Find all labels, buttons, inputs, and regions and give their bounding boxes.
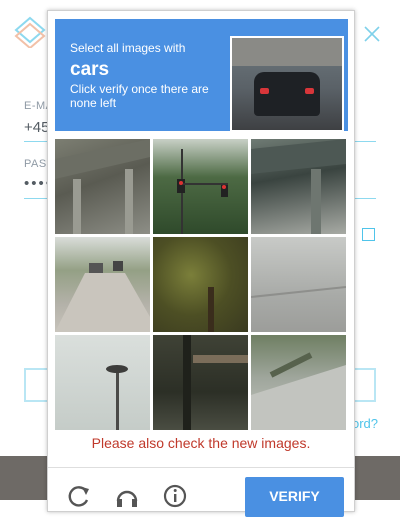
captcha-tile-2[interactable] [153, 139, 248, 234]
captcha-dialog: Select all images with cars Click verify… [47, 10, 355, 517]
verify-button[interactable]: VERIFY [245, 477, 344, 517]
logo-icon [14, 16, 46, 48]
email-field[interactable]: +45 [24, 119, 49, 136]
captcha-prompt-prefix: Select all images with [70, 41, 186, 55]
captcha-tile-1[interactable] [55, 139, 150, 234]
captcha-header: Select all images with cars Click verify… [55, 19, 348, 132]
captcha-instruction: Click verify once there are none left [70, 82, 209, 110]
captcha-footer-divider [48, 467, 354, 468]
forgot-password-link[interactable]: ord? [352, 416, 378, 431]
sample-image [230, 36, 344, 132]
captcha-notice: Please also check the new images. [91, 435, 311, 451]
captcha-tile-9[interactable] [251, 335, 346, 430]
captcha-tile-5[interactable] [153, 237, 248, 332]
info-icon[interactable] [162, 483, 188, 509]
bg-button-right-edge[interactable] [352, 368, 376, 402]
captcha-tile-8[interactable] [153, 335, 248, 430]
captcha-keyword: cars [70, 59, 110, 80]
captcha-tile-3[interactable] [251, 139, 346, 234]
reload-icon[interactable] [66, 483, 92, 509]
remember-checkbox[interactable] [362, 228, 375, 241]
audio-icon[interactable] [114, 483, 140, 509]
captcha-tile-6[interactable] [251, 237, 346, 332]
close-icon[interactable] [362, 24, 382, 44]
captcha-image-grid [55, 139, 347, 431]
captcha-tile-4[interactable] [55, 237, 150, 332]
captcha-tile-7[interactable] [55, 335, 150, 430]
